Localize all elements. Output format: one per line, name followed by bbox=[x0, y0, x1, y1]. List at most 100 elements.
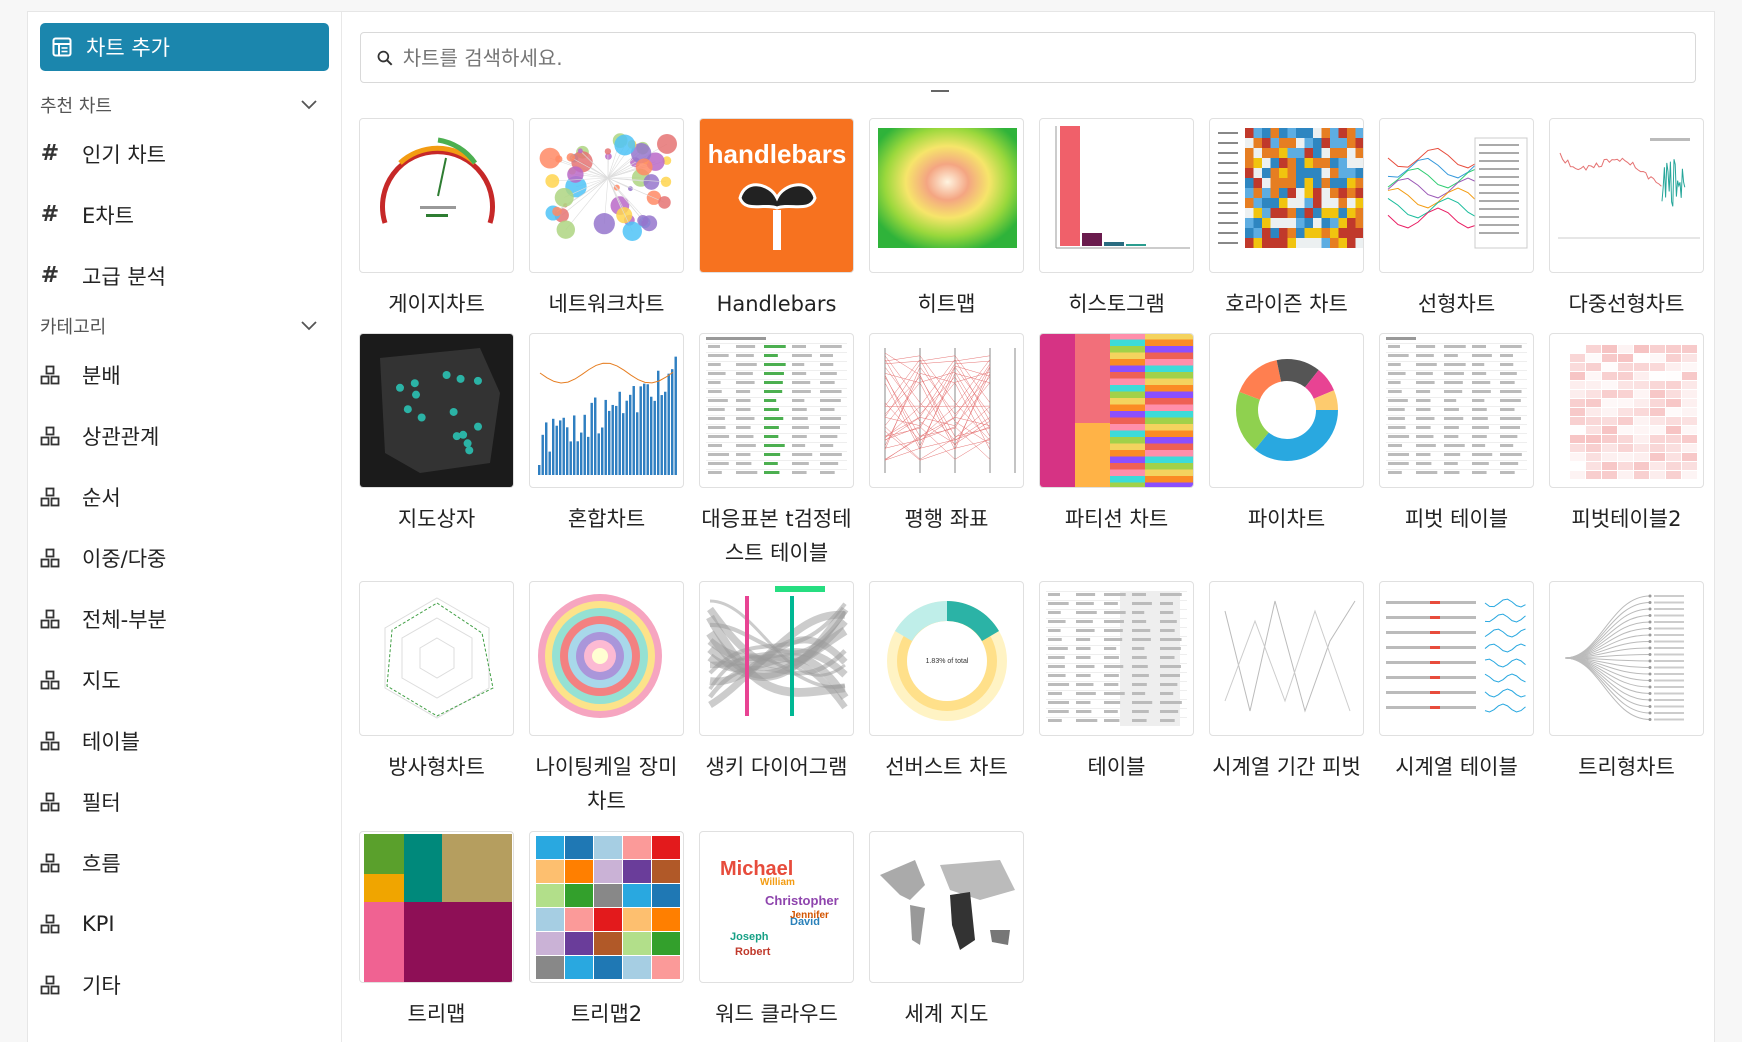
chart-card[interactable]: 트리맵2 bbox=[529, 831, 684, 1031]
recommended-list: # 인기 차트 # E차트 # 고급 분석 bbox=[40, 123, 329, 306]
chart-card-label: Handlebars bbox=[716, 292, 837, 316]
recommended-item-label: 인기 차트 bbox=[82, 142, 166, 167]
category-item-label: 지도 bbox=[82, 668, 121, 693]
gauge-thumbnail bbox=[359, 118, 514, 273]
chart-card[interactable]: 시계열 테이블 bbox=[1379, 581, 1534, 831]
chart-card[interactable]: 게이지차트 bbox=[359, 118, 514, 333]
pivot-thumbnail bbox=[1379, 333, 1534, 488]
category-item-label: 상관관계 bbox=[82, 424, 160, 449]
hash-icon: # bbox=[40, 263, 60, 288]
chart-card[interactable]: 방사형차트 bbox=[359, 581, 514, 831]
chart-card[interactable]: 트리형차트 bbox=[1549, 581, 1704, 831]
chart-card-label: 시계열 기간 피벗 bbox=[1212, 755, 1361, 779]
chart-grid: 게이지차트 네트워크차트 handlebars Handlebars 히트맵 히스토그램 호… bbox=[359, 118, 1704, 1031]
chart-card-label: 지도상자 bbox=[397, 507, 476, 531]
chart-card[interactable]: 평행 좌표 bbox=[869, 333, 1024, 581]
chart-card-label: 선형차트 bbox=[1417, 292, 1496, 316]
chart-card[interactable]: 1.83% of total 선버스트 차트 bbox=[869, 581, 1024, 831]
chart-card-label: 대응표본 t검정테스트 테이블 bbox=[701, 507, 852, 565]
handlebars-logo-text: handlebars bbox=[708, 139, 847, 169]
chart-card[interactable]: 테이블 bbox=[1039, 581, 1194, 831]
recommended-header: 추천 차트 bbox=[40, 96, 112, 117]
word-jennifer: Jennifer bbox=[790, 910, 829, 921]
chart-card[interactable]: 히스토그램 bbox=[1039, 118, 1194, 333]
recommended-item[interactable]: # E차트 bbox=[40, 184, 329, 245]
category-item[interactable]: 지도 bbox=[40, 649, 329, 710]
chevron-down-icon bbox=[301, 321, 317, 331]
horizon-thumbnail bbox=[1209, 118, 1364, 273]
mapbox-thumbnail bbox=[359, 333, 514, 488]
chart-card[interactable]: 나이팅케일 장미 차트 bbox=[529, 581, 684, 831]
category-item-label: 테이블 bbox=[82, 729, 140, 754]
table-thumbnail bbox=[1039, 581, 1194, 736]
category-icon bbox=[40, 365, 60, 385]
chart-card-label: 워드 클라우드 bbox=[715, 1002, 838, 1026]
word-christopher: Christopher bbox=[765, 893, 839, 908]
chart-card[interactable]: 선형차트 bbox=[1379, 118, 1534, 333]
category-item-label: 이중/다중 bbox=[82, 546, 167, 571]
chart-card[interactable]: 네트워크차트 bbox=[529, 118, 684, 333]
category-item[interactable]: 테이블 bbox=[40, 710, 329, 771]
category-item[interactable]: 흐름 bbox=[40, 832, 329, 893]
word-william: William bbox=[760, 877, 795, 888]
chart-card[interactable]: 시계열 기간 피벗 bbox=[1209, 581, 1364, 831]
category-item-label: 순서 bbox=[82, 485, 121, 510]
resize-handle[interactable] bbox=[931, 90, 949, 92]
chart-card[interactable]: 파티션 차트 bbox=[1039, 333, 1194, 581]
category-item[interactable]: 이중/다중 bbox=[40, 527, 329, 588]
category-item[interactable]: 순서 bbox=[40, 466, 329, 527]
category-icon bbox=[40, 914, 60, 934]
recommended-section-toggle[interactable]: 추천 차트 bbox=[40, 87, 329, 123]
category-item[interactable]: 상관관계 bbox=[40, 405, 329, 466]
search-input[interactable] bbox=[402, 45, 1695, 70]
chart-card-label: 방사형차트 bbox=[388, 755, 485, 779]
add-chart-button[interactable]: 차트 추가 bbox=[40, 23, 329, 71]
chart-card[interactable]: 트리맵 bbox=[359, 831, 514, 1031]
category-item-label: 기타 bbox=[82, 973, 121, 998]
chart-card[interactable]: 대응표본 t검정테스트 테이블 bbox=[699, 333, 854, 581]
heatmap-thumbnail bbox=[869, 118, 1024, 273]
chart-card-label: 시계열 테이블 bbox=[1395, 755, 1518, 779]
chart-card-label: 피벗테이블2 bbox=[1571, 507, 1682, 531]
ts-table-thumbnail bbox=[1379, 581, 1534, 736]
chart-card-label: 나이팅케일 장미 차트 bbox=[535, 755, 678, 813]
chart-card[interactable]: 지도상자 bbox=[359, 333, 514, 581]
category-section-toggle[interactable]: 카테고리 bbox=[40, 308, 329, 344]
chart-card[interactable]: 피벗테이블2 bbox=[1549, 333, 1704, 581]
category-item[interactable]: 전체-부분 bbox=[40, 588, 329, 649]
chart-card-label: 선버스트 차트 bbox=[885, 755, 1008, 779]
chart-card[interactable]: 생키 다이어그램 bbox=[699, 581, 854, 831]
category-icon bbox=[40, 731, 60, 751]
category-item[interactable]: 기타 bbox=[40, 954, 329, 1015]
recommended-item[interactable]: # 인기 차트 bbox=[40, 123, 329, 184]
ttest-thumbnail bbox=[699, 333, 854, 488]
category-item[interactable]: 필터 bbox=[40, 771, 329, 832]
mixed-thumbnail bbox=[529, 333, 684, 488]
chart-card[interactable]: 세계 지도 bbox=[869, 831, 1024, 1031]
chart-card[interactable]: 히트맵 bbox=[869, 118, 1024, 333]
chart-card[interactable]: Michael Christopher David William Jennifer Jo… bbox=[699, 831, 854, 1031]
add-chart-label: 차트 추가 bbox=[86, 36, 170, 60]
category-item[interactable]: KPI bbox=[40, 893, 329, 954]
chart-card[interactable]: handlebars Handlebars bbox=[699, 118, 854, 333]
chart-card[interactable]: 피벗 테이블 bbox=[1379, 333, 1534, 581]
word-robert: Robert bbox=[735, 946, 771, 958]
chart-card[interactable]: 파이차트 bbox=[1209, 333, 1364, 581]
wordcloud-thumbnail: Michael Christopher David William Jennifer Jo… bbox=[699, 831, 854, 983]
multiline-thumbnail bbox=[1549, 118, 1704, 273]
sunburst-thumbnail: 1.83% of total bbox=[869, 581, 1024, 736]
chevron-down-icon bbox=[301, 100, 317, 110]
chart-card[interactable]: 혼합차트 bbox=[529, 333, 684, 581]
treemap2-thumbnail bbox=[529, 831, 684, 983]
chart-card[interactable]: 호라이즌 차트 bbox=[1209, 118, 1364, 333]
search-bar[interactable] bbox=[360, 32, 1696, 83]
search-icon bbox=[377, 50, 393, 66]
category-item[interactable]: 분배 bbox=[40, 344, 329, 405]
chart-card-label: 파티션 차트 bbox=[1064, 507, 1169, 531]
recommended-item[interactable]: # 고급 분석 bbox=[40, 245, 329, 306]
category-icon bbox=[40, 548, 60, 568]
hash-icon: # bbox=[40, 202, 60, 227]
chart-card[interactable]: 다중선형차트 bbox=[1549, 118, 1704, 333]
chart-add-icon bbox=[52, 37, 72, 57]
recommended-item-label: E차트 bbox=[82, 203, 134, 228]
